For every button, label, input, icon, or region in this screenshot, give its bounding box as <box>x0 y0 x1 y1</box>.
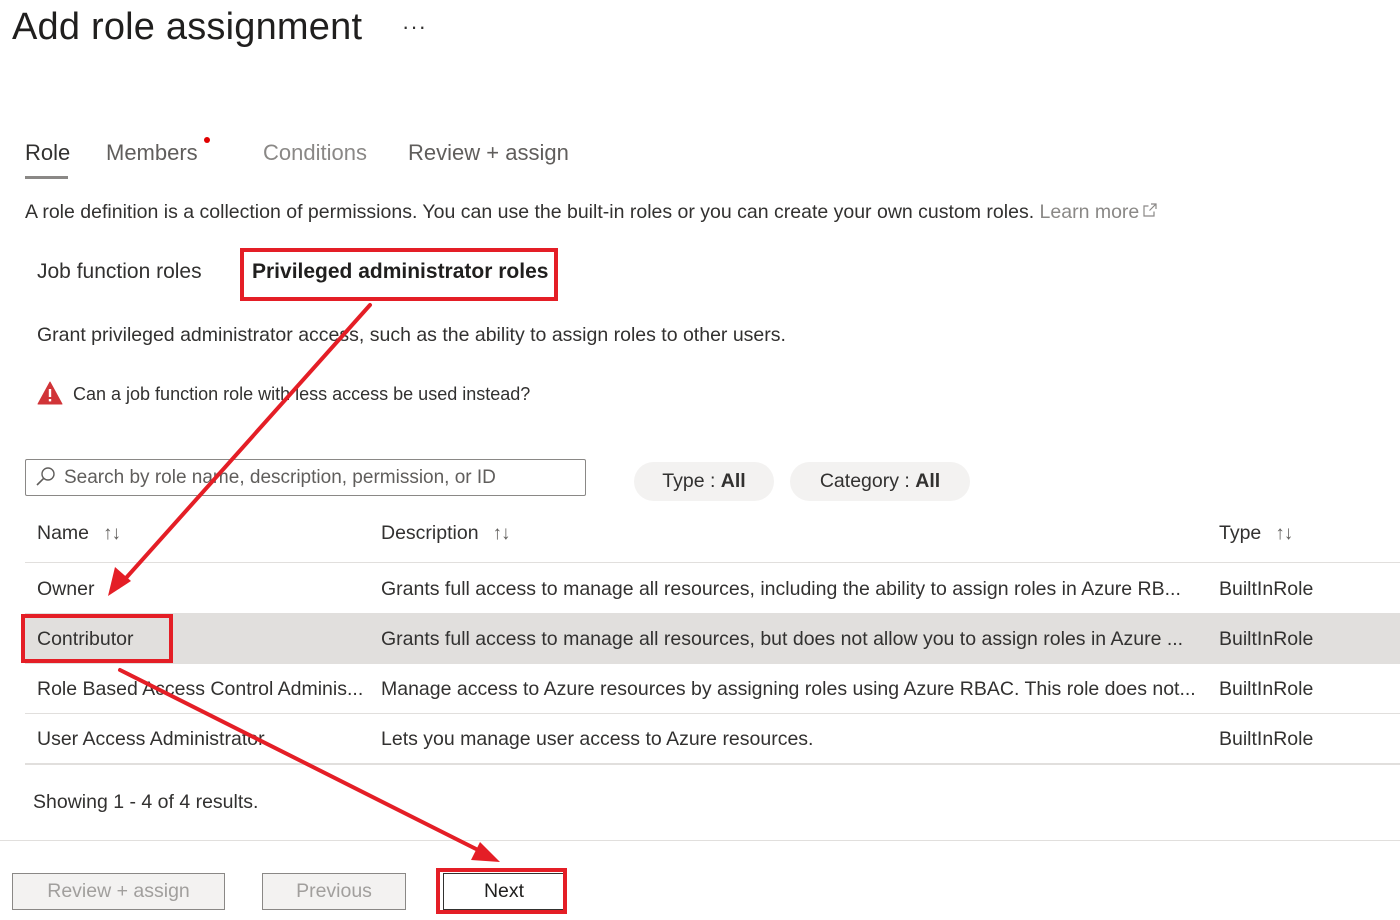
review-assign-button[interactable]: Review + assign <box>12 873 225 910</box>
external-link-icon <box>1143 203 1157 217</box>
tab-role-underline <box>25 176 68 179</box>
column-type-label: Type <box>1219 522 1262 544</box>
column-name-label: Name <box>37 522 90 544</box>
category-filter-value: All <box>915 470 941 492</box>
category-filter-pill[interactable]: Category : All <box>790 462 970 501</box>
table-bottom-divider <box>25 763 1400 765</box>
tab-review-assign[interactable]: Review + assign <box>408 140 569 166</box>
table-header-divider <box>25 562 1400 563</box>
search-input[interactable] <box>64 464 579 491</box>
learn-more-label: Learn more <box>1039 201 1140 223</box>
pivot-job-function-roles[interactable]: Job function roles <box>37 260 202 284</box>
intro-text: A role definition is a collection of per… <box>25 201 1157 224</box>
row-type: BuiltInRole <box>1219 728 1314 750</box>
column-header-name[interactable]: Name ↑↓ <box>37 522 121 545</box>
learn-more-link[interactable]: Learn more <box>1040 201 1158 223</box>
next-button[interactable]: Next <box>443 873 565 910</box>
table-row-contributor[interactable]: Contributor Grants full access to manage… <box>25 614 1400 664</box>
sort-icon[interactable]: ↑↓ <box>493 523 511 545</box>
row-description: Grants full access to manage all resourc… <box>381 578 1181 600</box>
row-type: BuiltInRole <box>1219 628 1314 650</box>
page-title: Add role assignment <box>12 6 363 48</box>
more-options-icon[interactable]: ··· <box>402 14 427 40</box>
required-dot-icon <box>204 137 210 143</box>
annotation-arrowhead-2 <box>471 842 500 862</box>
type-filter-label: Type : <box>662 470 721 492</box>
footer-divider <box>0 840 1400 841</box>
role-search-box[interactable] <box>25 459 586 496</box>
sort-icon[interactable]: ↑↓ <box>103 523 121 545</box>
tab-role[interactable]: Role <box>25 140 70 166</box>
column-header-type[interactable]: Type ↑↓ <box>1219 522 1293 545</box>
column-header-description[interactable]: Description ↑↓ <box>381 522 511 545</box>
category-filter-label: Category : <box>819 470 916 492</box>
row-name: User Access Administrator <box>37 728 265 750</box>
results-count: Showing 1 - 4 of 4 results. <box>33 791 259 813</box>
tab-members[interactable]: Members <box>106 140 198 166</box>
annotation-arrow-1 <box>116 303 372 589</box>
table-row-user-access-administrator[interactable]: User Access Administrator Lets you manag… <box>25 714 1400 764</box>
row-name: Role Based Access Control Adminis... <box>37 678 364 700</box>
table-row-rbac-administrator[interactable]: Role Based Access Control Adminis... Man… <box>25 664 1400 714</box>
warning-icon <box>37 381 63 405</box>
column-description-label: Description <box>381 522 479 544</box>
type-filter-pill[interactable]: Type : All <box>634 462 774 501</box>
search-icon <box>36 467 55 486</box>
row-description: Lets you manage user access to Azure res… <box>381 728 814 750</box>
row-description: Grants full access to manage all resourc… <box>381 628 1184 650</box>
warning-text: Can a job function role with less access… <box>73 384 531 404</box>
row-name: Contributor <box>37 628 134 650</box>
row-type: BuiltInRole <box>1219 578 1314 600</box>
pivot-privileged-administrator-roles[interactable]: Privileged administrator roles <box>252 260 548 284</box>
row-name: Owner <box>37 578 95 600</box>
intro-description: A role definition is a collection of per… <box>25 201 1035 223</box>
row-description: Manage access to Azure resources by assi… <box>381 678 1196 700</box>
table-row-owner[interactable]: Owner Grants full access to manage all r… <box>25 564 1400 614</box>
privileged-warning: Can a job function role with less access… <box>37 381 530 405</box>
tab-conditions: Conditions <box>263 140 367 165</box>
previous-button[interactable]: Previous <box>262 873 406 910</box>
type-filter-value: All <box>720 470 746 492</box>
privileged-description: Grant privileged administrator access, s… <box>37 324 786 346</box>
sort-icon[interactable]: ↑↓ <box>1275 523 1293 545</box>
row-type: BuiltInRole <box>1219 678 1314 700</box>
